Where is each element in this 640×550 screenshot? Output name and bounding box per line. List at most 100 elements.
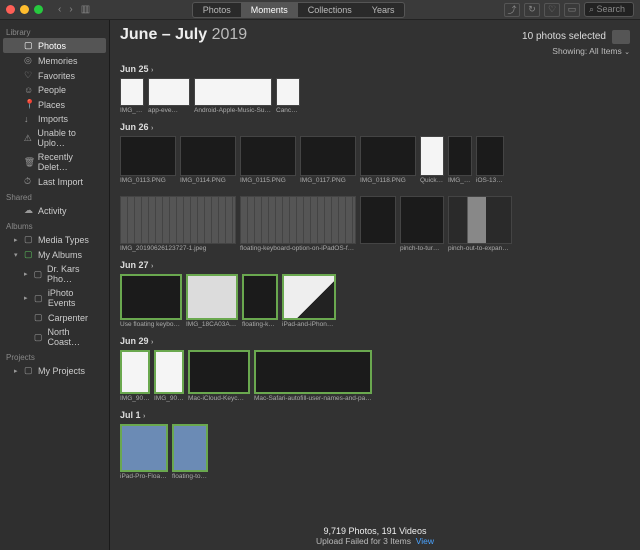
sidebar-item-label: Recently Delet… bbox=[38, 152, 103, 172]
sidebar-item-my-albums[interactable]: ▾▢My Albums bbox=[0, 247, 109, 262]
photo-thumb[interactable]: IMG_0113.PNG bbox=[120, 136, 176, 184]
thumb-caption: pinch-to-tur… bbox=[400, 244, 439, 252]
photo-thumb[interactable]: iPad-and-iPhone… bbox=[282, 274, 336, 328]
sidebar-item-activity[interactable]: ☁Activity bbox=[0, 203, 109, 218]
sidebar-item-label: People bbox=[38, 85, 66, 95]
photo-thumb[interactable]: iPad-Pro-Floating… bbox=[120, 424, 168, 480]
thumb-caption: IMG_18CA03A83… bbox=[186, 320, 238, 328]
sidebar-item-imports[interactable]: ↓Imports bbox=[0, 112, 109, 126]
sidebar-item-label: iPhoto Events bbox=[48, 288, 103, 308]
thumb-caption: QuickPath-keyb… bbox=[420, 176, 444, 184]
selection-count: 10 photos selected bbox=[522, 31, 606, 42]
showing-filter[interactable]: Showing: All Items ⌄ bbox=[120, 46, 630, 56]
thumb-caption: floating-keyboard-option-on-iPadOS-full-… bbox=[240, 244, 356, 252]
favorite-button[interactable]: ♡ bbox=[544, 3, 560, 17]
photo-thumb[interactable]: floating-to-stand… bbox=[172, 424, 208, 480]
sidebar-glyph-icon: 🗑 bbox=[24, 157, 34, 168]
photo-thumb[interactable]: iOS-13… bbox=[476, 136, 504, 184]
photo-thumb[interactable]: IMG_0114.PNG bbox=[180, 136, 236, 184]
thumb-caption: floating-to-stand… bbox=[172, 472, 208, 480]
tab-moments[interactable]: Moments bbox=[241, 3, 298, 17]
minimize-window-button[interactable] bbox=[20, 5, 29, 14]
sidebar-glyph-icon: 📍 bbox=[24, 99, 34, 110]
titlebar: ‹ › ▥ PhotosMomentsCollectionsYears ⤴ ↻ … bbox=[0, 0, 640, 20]
photo-thumb[interactable]: pinch-to-tur… bbox=[400, 196, 444, 252]
grid-size-icon[interactable] bbox=[612, 30, 630, 44]
sidebar-item-dr-kars-pho-[interactable]: ▸▢Dr. Kars Pho… bbox=[0, 262, 109, 286]
photo-thumb[interactable]: IMG_0117.PNG bbox=[300, 136, 356, 184]
photo-thumb[interactable]: app-eve… bbox=[148, 78, 190, 114]
sidebar-item-last-import[interactable]: ⏱Last Import bbox=[0, 174, 109, 189]
close-window-button[interactable] bbox=[6, 5, 15, 14]
sidebar-item-label: Places bbox=[38, 100, 65, 110]
sidebar-item-my-projects[interactable]: ▸▢My Projects bbox=[0, 363, 109, 378]
tab-years[interactable]: Years bbox=[362, 3, 405, 17]
forward-button[interactable]: › bbox=[66, 4, 75, 15]
photo-thumb[interactable]: IMG_9025.P… bbox=[120, 350, 150, 402]
photo-thumb[interactable]: floating-keyboar… bbox=[242, 274, 278, 328]
day-header[interactable]: Jul 1 › bbox=[120, 410, 630, 420]
photo-thumb[interactable]: IMG_9024.P… bbox=[154, 350, 184, 402]
photo-thumb[interactable]: Mac-Safari-autofill-user-names-and-passw… bbox=[254, 350, 372, 402]
fullscreen-window-button[interactable] bbox=[34, 5, 43, 14]
photo-thumb[interactable]: IMG_0118.PNG bbox=[360, 136, 416, 184]
thumb-caption: iPad-Pro-Floating… bbox=[120, 472, 168, 480]
sidebar-toggle-icon[interactable]: ▥ bbox=[78, 4, 93, 15]
sidebar-item-media-types[interactable]: ▸▢Media Types bbox=[0, 232, 109, 247]
page-title: June – July 2019 bbox=[120, 26, 247, 44]
upload-view-link[interactable]: View bbox=[416, 536, 434, 546]
sidebar-heading: Library bbox=[0, 24, 109, 38]
sidebar-item-photos[interactable]: ▢Photos bbox=[3, 38, 106, 53]
sidebar-heading: Albums bbox=[0, 218, 109, 232]
sidebar-glyph-icon: ▢ bbox=[24, 365, 34, 376]
sidebar-item-label: Unable to Uplo… bbox=[37, 128, 103, 148]
tab-photos[interactable]: Photos bbox=[193, 3, 241, 17]
rotate-button[interactable]: ↻ bbox=[524, 3, 540, 17]
thumb-caption: IMG_1… bbox=[120, 106, 144, 114]
sidebar-item-places[interactable]: 📍 Places bbox=[0, 97, 109, 112]
sidebar-glyph-icon: ▢ bbox=[24, 40, 34, 51]
info-button[interactable]: ▭ bbox=[564, 3, 580, 17]
sidebar-item-carpenter[interactable]: ▢Carpenter bbox=[0, 310, 109, 325]
sidebar-item-people[interactable]: ☺People bbox=[0, 83, 109, 97]
day-header[interactable]: Jun 27 › bbox=[120, 260, 630, 270]
photo-thumb[interactable]: Use floating keyboard handle to spring b… bbox=[120, 274, 182, 328]
tab-collections[interactable]: Collections bbox=[298, 3, 362, 17]
search-input[interactable]: Search bbox=[584, 2, 634, 17]
photo-thumb[interactable]: IMG_20190626123727-1.jpeg bbox=[120, 196, 236, 252]
sidebar-item-north-coast-[interactable]: ▢North Coast… bbox=[0, 325, 109, 349]
photo-thumb[interactable]: IMG_0… bbox=[448, 136, 472, 184]
sidebar-item-unable-to-uplo-[interactable]: ⚠Unable to Uplo… bbox=[0, 126, 109, 150]
day-header[interactable]: Jun 26 › bbox=[120, 122, 630, 132]
photo-thumb[interactable]: Cancel-Ap… bbox=[276, 78, 300, 114]
sidebar-heading: Shared bbox=[0, 189, 109, 203]
sidebar-glyph-icon: ◎ bbox=[24, 55, 34, 66]
photo-thumb[interactable]: QuickPath-keyb… bbox=[420, 136, 444, 184]
photo-thumb[interactable]: IMG_18CA03A83… bbox=[186, 274, 238, 328]
photo-thumb[interactable]: IMG_0115.PNG bbox=[240, 136, 296, 184]
back-button[interactable]: ‹ bbox=[55, 4, 64, 15]
sidebar: Library▢Photos◎Memories♡Favorites☺People… bbox=[0, 20, 110, 550]
share-button[interactable]: ⤴ bbox=[504, 3, 520, 17]
sidebar-glyph-icon: ▢ bbox=[34, 332, 44, 343]
photo-thumb[interactable]: Mac-iCloud-Keyc… bbox=[188, 350, 250, 402]
sidebar-glyph-icon: ↓ bbox=[24, 114, 34, 124]
photo-thumb[interactable] bbox=[360, 196, 396, 252]
photo-thumb[interactable]: pinch-out-to-expand-floating-keyboard-t… bbox=[448, 196, 512, 252]
library-counts: 9,719 Photos, 191 Videos bbox=[110, 526, 640, 536]
thumb-caption: Use floating keyboard handle to spring b… bbox=[120, 320, 182, 328]
sidebar-item-memories[interactable]: ◎Memories bbox=[0, 53, 109, 68]
content-area: June – July 2019 10 photos selected Show… bbox=[110, 20, 640, 550]
sidebar-item-favorites[interactable]: ♡Favorites bbox=[0, 68, 109, 83]
photo-thumb[interactable]: floating-keyboard-option-on-iPadOS-full-… bbox=[240, 196, 356, 252]
photo-thumb[interactable]: Android-Apple-Music-Subscription.jpg bbox=[194, 78, 272, 114]
day-header[interactable]: Jun 29 › bbox=[120, 336, 630, 346]
thumb-caption: IMG_20190626123727-1.jpeg bbox=[120, 244, 206, 252]
thumb-caption: IMG_0… bbox=[448, 176, 472, 184]
day-header[interactable]: Jun 25 › bbox=[120, 64, 630, 74]
sidebar-glyph-icon: ⚠ bbox=[24, 133, 34, 144]
photo-thumb[interactable]: IMG_1… bbox=[120, 78, 144, 114]
sidebar-item-iphoto-events[interactable]: ▸▢iPhoto Events bbox=[0, 286, 109, 310]
thumb-caption: app-eve… bbox=[148, 106, 178, 114]
sidebar-item-recently-delet-[interactable]: 🗑 Recently Delet… bbox=[0, 150, 109, 174]
